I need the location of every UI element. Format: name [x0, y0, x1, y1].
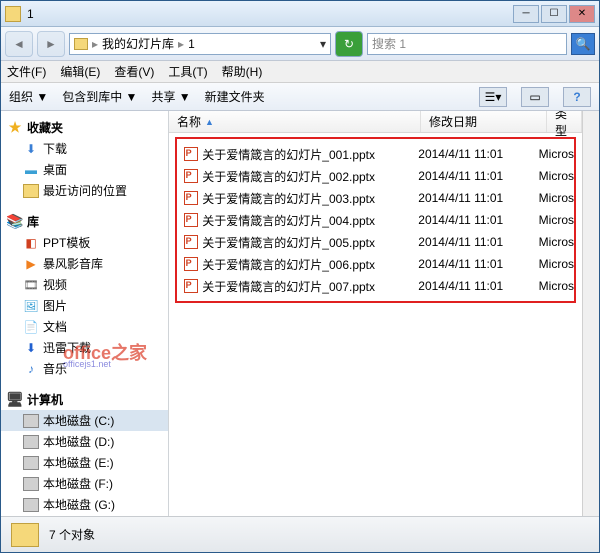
pptx-icon — [183, 168, 198, 184]
file-date: 2014/4/11 11:01 — [418, 191, 538, 205]
file-type: Micros — [539, 213, 574, 227]
minimize-button[interactable]: ─ — [513, 5, 539, 23]
sidebar-item-videos[interactable]: 🎞视频 — [1, 274, 168, 295]
sidebar-item-documents[interactable]: 📄文档 — [1, 316, 168, 337]
back-button[interactable]: ◄ — [5, 31, 33, 57]
file-list-pane: 名称▲ 修改日期 类型 关于爱情箴言的幻灯片_001.pptx2014/4/11… — [169, 111, 582, 516]
navigation-pane: ★收藏夹 ⬇下载 ▬桌面 最近访问的位置 📚库 ◧PPT模板 ▶暴风影音库 🎞视… — [1, 111, 169, 516]
preview-pane-button[interactable]: ▭ — [521, 87, 549, 107]
sidebar-item-lib[interactable]: ◧PPT模板 — [1, 232, 168, 253]
file-row[interactable]: 关于爱情箴言的幻灯片_006.pptx2014/4/11 11:01Micros — [177, 253, 574, 275]
file-type: Micros — [539, 279, 574, 293]
sort-icon: ▲ — [205, 117, 214, 127]
menu-edit[interactable]: 编辑(E) — [60, 63, 100, 80]
sidebar-item-drive-c[interactable]: 本地磁盘 (C:) — [1, 410, 168, 431]
folder-icon — [11, 523, 39, 547]
file-name: 关于爱情箴言的幻灯片_004.pptx — [202, 212, 418, 229]
sidebar-item-pictures[interactable]: 🖼图片 — [1, 295, 168, 316]
file-date: 2014/4/11 11:01 — [418, 147, 538, 161]
file-name: 关于爱情箴言的幻灯片_003.pptx — [202, 190, 418, 207]
refresh-button[interactable]: ↻ — [335, 31, 363, 57]
file-row[interactable]: 关于爱情箴言的幻灯片_007.pptx2014/4/11 11:01Micros — [177, 275, 574, 297]
file-type: Micros — [539, 235, 574, 249]
menu-file[interactable]: 文件(F) — [7, 63, 46, 80]
pptx-icon — [183, 190, 198, 206]
file-type: Micros — [539, 191, 574, 205]
dropdown-icon[interactable]: ▾ — [320, 37, 326, 51]
search-button[interactable]: 🔍 — [571, 33, 595, 55]
file-date: 2014/4/11 11:01 — [418, 257, 538, 271]
sidebar-item-downloads[interactable]: ⬇下载 — [1, 138, 168, 159]
breadcrumb-item[interactable]: 我的幻灯片库 — [102, 35, 174, 52]
sidebar-item-drive-d[interactable]: 本地磁盘 (D:) — [1, 431, 168, 452]
file-date: 2014/4/11 11:01 — [418, 213, 538, 227]
sidebar-item-lib[interactable]: ▶暴风影音库 — [1, 253, 168, 274]
window-title: 1 — [27, 7, 513, 21]
file-name: 关于爱情箴言的幻灯片_005.pptx — [202, 234, 418, 251]
file-type: Micros — [539, 169, 574, 183]
view-options-button[interactable]: ☰▾ — [479, 87, 507, 107]
column-type[interactable]: 类型 — [547, 111, 582, 132]
favorites-header[interactable]: ★收藏夹 — [1, 117, 168, 138]
pptx-icon — [183, 278, 198, 294]
sidebar-item-music[interactable]: ♪音乐 — [1, 358, 168, 379]
status-text: 7 个对象 — [49, 526, 95, 543]
column-date[interactable]: 修改日期 — [421, 111, 547, 132]
navigation-bar: ◄ ► ▸ 我的幻灯片库 ▸ 1 ▾ ↻ 搜索 1 🔍 — [1, 27, 599, 61]
menu-view[interactable]: 查看(V) — [114, 63, 154, 80]
file-name: 关于爱情箴言的幻灯片_007.pptx — [202, 278, 418, 295]
search-input[interactable]: 搜索 1 — [367, 33, 567, 55]
computer-header[interactable]: 🖥计算机 — [1, 389, 168, 410]
sidebar-item-recent[interactable]: 最近访问的位置 — [1, 180, 168, 201]
file-date: 2014/4/11 11:01 — [418, 279, 538, 293]
titlebar[interactable]: 1 ─ ☐ ✕ — [1, 1, 599, 27]
organize-button[interactable]: 组织 ▼ — [9, 88, 48, 105]
file-row[interactable]: 关于爱情箴言的幻灯片_002.pptx2014/4/11 11:01Micros — [177, 165, 574, 187]
file-row[interactable]: 关于爱情箴言的幻灯片_005.pptx2014/4/11 11:01Micros — [177, 231, 574, 253]
sidebar-item-desktop[interactable]: ▬桌面 — [1, 159, 168, 180]
file-name: 关于爱情箴言的幻灯片_002.pptx — [202, 168, 418, 185]
toolbar: 组织 ▼ 包含到库中 ▼ 共享 ▼ 新建文件夹 ☰▾ ▭ ? — [1, 83, 599, 111]
file-date: 2014/4/11 11:01 — [418, 235, 538, 249]
highlight-box: 关于爱情箴言的幻灯片_001.pptx2014/4/11 11:01Micros… — [175, 137, 576, 303]
file-row[interactable]: 关于爱情箴言的幻灯片_004.pptx2014/4/11 11:01Micros — [177, 209, 574, 231]
status-bar: 7 个对象 — [1, 516, 599, 552]
newfolder-button[interactable]: 新建文件夹 — [205, 88, 265, 105]
sidebar-item-drive-f[interactable]: 本地磁盘 (F:) — [1, 473, 168, 494]
pptx-icon — [183, 146, 198, 162]
file-date: 2014/4/11 11:01 — [418, 169, 538, 183]
scrollbar[interactable] — [582, 111, 599, 516]
folder-icon — [74, 38, 88, 50]
folder-icon — [5, 6, 21, 22]
forward-button[interactable]: ► — [37, 31, 65, 57]
menu-help[interactable]: 帮助(H) — [222, 63, 263, 80]
maximize-button[interactable]: ☐ — [541, 5, 567, 23]
file-name: 关于爱情箴言的幻灯片_001.pptx — [202, 146, 418, 163]
menu-tools[interactable]: 工具(T) — [168, 63, 207, 80]
pptx-icon — [183, 256, 198, 272]
sidebar-item-drive-g[interactable]: 本地磁盘 (G:) — [1, 494, 168, 515]
explorer-window: 1 ─ ☐ ✕ ◄ ► ▸ 我的幻灯片库 ▸ 1 ▾ ↻ 搜索 1 🔍 文件(F… — [0, 0, 600, 553]
menu-bar: 文件(F) 编辑(E) 查看(V) 工具(T) 帮助(H) — [1, 61, 599, 83]
pptx-icon — [183, 212, 198, 228]
file-type: Micros — [539, 147, 574, 161]
file-row[interactable]: 关于爱情箴言的幻灯片_001.pptx2014/4/11 11:01Micros — [177, 143, 574, 165]
column-headers: 名称▲ 修改日期 类型 — [169, 111, 582, 133]
file-name: 关于爱情箴言的幻灯片_006.pptx — [202, 256, 418, 273]
sidebar-item-lib[interactable]: ⬇迅雷下载 — [1, 337, 168, 358]
address-bar[interactable]: ▸ 我的幻灯片库 ▸ 1 ▾ — [69, 33, 331, 55]
share-button[interactable]: 共享 ▼ — [151, 88, 190, 105]
sidebar-item-drive-e[interactable]: 本地磁盘 (E:) — [1, 452, 168, 473]
libraries-header[interactable]: 📚库 — [1, 211, 168, 232]
pptx-icon — [183, 234, 198, 250]
close-button[interactable]: ✕ — [569, 5, 595, 23]
include-button[interactable]: 包含到库中 ▼ — [62, 88, 137, 105]
breadcrumb-item[interactable]: 1 — [188, 37, 195, 51]
help-button[interactable]: ? — [563, 87, 591, 107]
file-type: Micros — [539, 257, 574, 271]
file-row[interactable]: 关于爱情箴言的幻灯片_003.pptx2014/4/11 11:01Micros — [177, 187, 574, 209]
column-name[interactable]: 名称▲ — [169, 111, 421, 132]
